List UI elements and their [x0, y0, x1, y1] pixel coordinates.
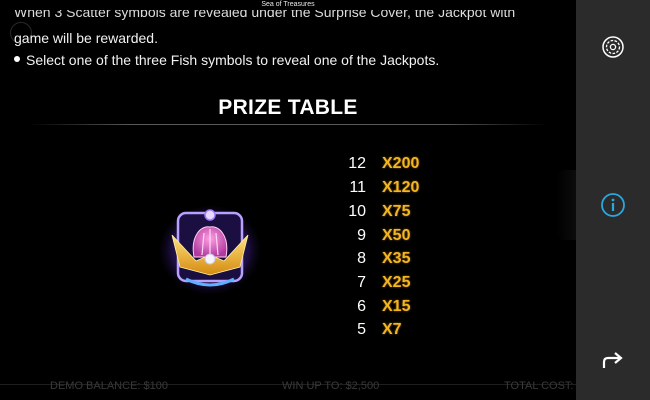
info-icon: [601, 193, 625, 217]
info-button[interactable]: [598, 190, 628, 220]
multiplier-value: X7: [382, 321, 402, 338]
prize-row-10: 10 X75: [330, 203, 450, 227]
multiplier-value: X75: [382, 203, 411, 220]
symbol-count: 9: [357, 227, 366, 244]
prize-table-title: PRIZE TABLE: [218, 96, 358, 119]
symbol-count: 6: [357, 298, 366, 315]
prize-row-9: 9 X50: [330, 227, 450, 251]
bullet-dot: [14, 56, 20, 62]
multiplier-value: X25: [382, 274, 411, 291]
settings-button[interactable]: [598, 32, 628, 62]
return-arrow-icon: [602, 352, 623, 368]
balance-text: DEMO BALANCE: $100: [50, 380, 168, 392]
scroll-edge: [556, 170, 576, 240]
symbol-count: 10: [348, 203, 366, 220]
prize-row-5: 5 X7: [330, 321, 450, 345]
side-panel: [576, 0, 650, 400]
symbol-count: 5: [357, 321, 366, 338]
total-cost-text: TOTAL COST: $: [504, 380, 576, 392]
symbol-count: 12: [348, 155, 366, 172]
multiplier-value: X50: [382, 227, 411, 244]
multiplier-value: X15: [382, 298, 411, 315]
prize-row-7: 7 X25: [330, 274, 450, 298]
symbol-count: 11: [349, 179, 366, 196]
paytable-content: Sea of Treasures When 3 Scatter symbols …: [0, 0, 576, 400]
multiplier-value: X35: [382, 250, 411, 267]
title-divider: [28, 124, 548, 125]
symbol-count: 8: [357, 250, 366, 267]
prize-row-8: 8 X35: [330, 250, 450, 274]
multiplier-value: X120: [382, 179, 420, 196]
prize-row-12: 12 X200: [330, 155, 450, 179]
pearl-shell-icon: [160, 206, 260, 294]
rule-text-bullet: Select one of the three Fish symbols to …: [26, 52, 440, 68]
multiplier-value: X200: [382, 155, 420, 172]
symbol-count: 7: [357, 274, 366, 291]
prize-row-6: 6 X15: [330, 298, 450, 322]
win-text: WIN UP TO: $2,500: [282, 380, 380, 392]
gear-icon: [602, 36, 624, 58]
window-title: Sea of Treasures: [261, 1, 315, 8]
rule-text-game: game will be rewarded.: [14, 30, 158, 46]
prize-row-11: 11 X120: [330, 179, 450, 203]
back-button[interactable]: [598, 346, 628, 376]
